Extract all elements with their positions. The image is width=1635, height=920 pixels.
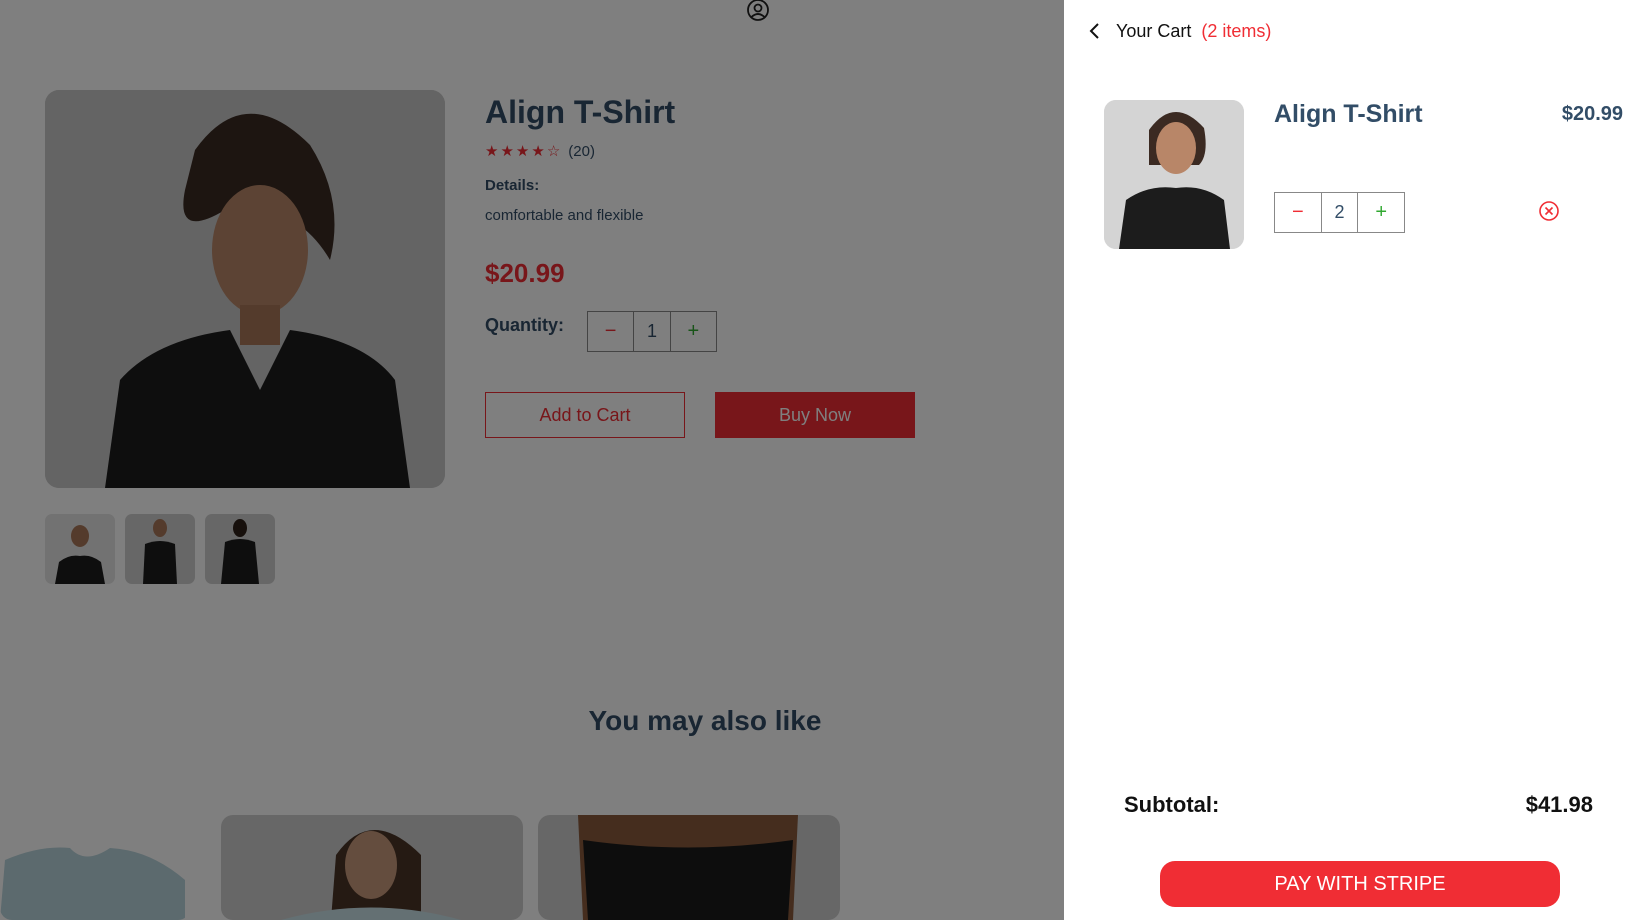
cart-item-count: (2 items) — [1201, 20, 1272, 41]
cart-overlay-backdrop[interactable] — [0, 0, 1064, 920]
cart-panel: Your Cart (2 items) Align T-Shirt $20.99… — [1064, 0, 1635, 920]
cart-back-button[interactable]: Your Cart (2 items) — [1084, 20, 1271, 42]
cart-decrease-quantity-button[interactable]: − — [1275, 193, 1321, 232]
cart-quantity-stepper: − 2 + — [1274, 192, 1405, 233]
pay-with-stripe-button[interactable]: PAY WITH STRIPE — [1160, 861, 1560, 907]
subtotal-value: $41.98 — [1525, 792, 1593, 817]
cart-item-price: $20.99 — [1561, 103, 1623, 125]
subtotal-label: Subtotal: — [1124, 792, 1220, 817]
cart-item-image — [1104, 100, 1244, 249]
remove-item-icon[interactable] — [1538, 200, 1560, 222]
chevron-left-icon — [1084, 20, 1106, 42]
cart-quantity-value: 2 — [1320, 193, 1359, 232]
cart-item-name: Align T-Shirt — [1274, 100, 1423, 128]
cart-increase-quantity-button[interactable]: + — [1358, 193, 1404, 232]
cart-heading: Your Cart — [1116, 20, 1192, 41]
